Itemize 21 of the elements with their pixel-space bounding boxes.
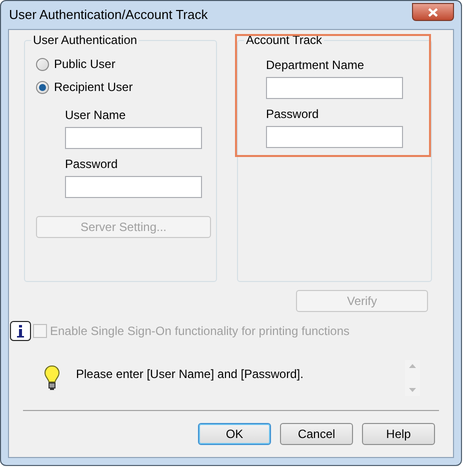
radio-option[interactable]: Public User [36,57,205,71]
scroll-down-icon[interactable] [409,388,416,392]
button[interactable]: Help [362,423,435,445]
lightbulb-icon [44,365,60,391]
text-field[interactable] [266,126,403,148]
field-label: Password [266,107,320,122]
radio-option[interactable]: Recipient User [36,80,205,94]
field-label: Password [65,157,119,172]
close-button[interactable] [412,3,454,21]
scroll-up-icon[interactable] [409,364,416,368]
window-title: User Authentication/Account Track [9,6,208,24]
button[interactable]: Cancel [280,423,353,445]
field-label: User Name [65,108,127,123]
close-icon [428,8,438,16]
info-icon [10,321,31,341]
field-label: Department Name [266,58,366,73]
text-field[interactable] [266,77,403,99]
text-field[interactable] [65,127,202,149]
button[interactable]: OK [198,423,271,445]
message-text: Please enter [User Name] and [Password]. [76,367,304,382]
text-field[interactable] [65,176,202,198]
